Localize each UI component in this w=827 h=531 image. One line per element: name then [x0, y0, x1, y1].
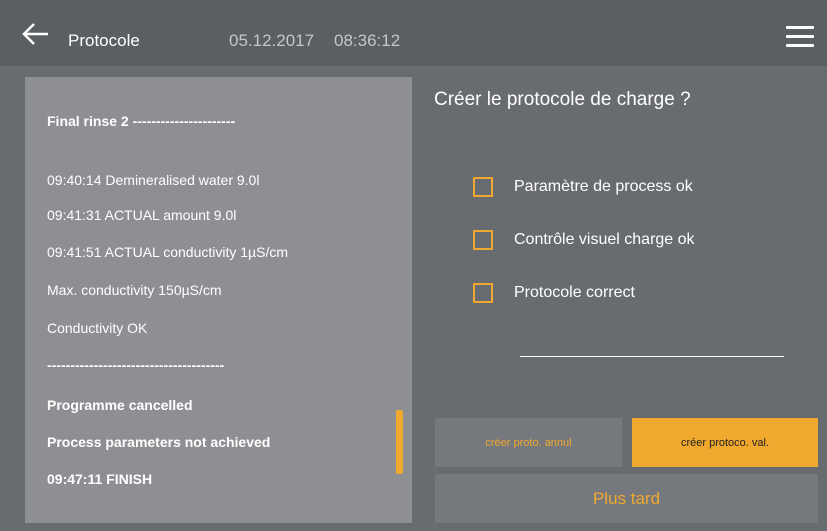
arrow-left-icon — [22, 23, 48, 45]
dialog-question: Créer le protocole de charge ? — [434, 89, 691, 110]
log-line: Max. conductivity 150µS/cm — [47, 282, 222, 298]
header-date: 05.12.2017 — [229, 31, 315, 50]
log-line: 09:40:14 Demineralised water 9.0l — [47, 172, 260, 188]
signature-line[interactable] — [520, 356, 784, 357]
log-line: -------------------------------------- — [47, 357, 225, 373]
create-protocol-validate-button[interactable]: créer protoco. val. — [632, 418, 818, 467]
log-line: Programme cancelled — [47, 397, 193, 413]
checkbox-label: Paramètre de process ok — [514, 178, 693, 195]
checkbox[interactable] — [473, 283, 493, 303]
back-button[interactable] — [20, 20, 52, 48]
log-line: Final rinse 2 ---------------------- — [47, 113, 236, 129]
scrollbar-thumb[interactable] — [396, 410, 403, 474]
log-line: 09:47:11 FINISH — [47, 471, 153, 487]
protocol-log-panel[interactable]: Final rinse 2 ---------------------- 09:… — [25, 77, 412, 523]
menu-button[interactable] — [786, 24, 818, 48]
log-line: 09:41:51 ACTUAL conductivity 1µS/cm — [47, 244, 288, 260]
page-title: Protocole — [68, 31, 140, 50]
checkbox[interactable] — [473, 230, 493, 250]
log-line: Process parameters not achieved — [47, 434, 271, 450]
log-line: 09:41:31 ACTUAL amount 9.0l — [47, 207, 237, 223]
checkbox-label: Contrôle visuel charge ok — [514, 231, 695, 248]
header-time: 08:36:12 — [334, 31, 401, 50]
log-line: Conductivity OK — [47, 320, 148, 336]
create-protocol-cancel-button[interactable]: créer proto. annul — [435, 418, 622, 467]
checkbox[interactable] — [473, 177, 493, 197]
later-button[interactable]: Plus tard — [435, 474, 818, 523]
checkbox-label: Protocole correct — [514, 284, 635, 301]
header-bar: Protocole 05.12.2017 08:36:12 — [0, 0, 827, 66]
